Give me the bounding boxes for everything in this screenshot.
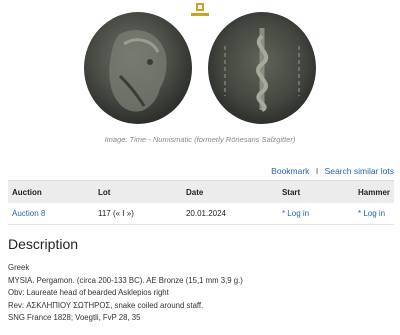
lot-cell: 117 (« I ») xyxy=(93,203,182,225)
description-line: SNG France 1828; Voegtli, FvP 28, 35 xyxy=(8,313,141,323)
lot-nav[interactable]: (« I ») xyxy=(113,209,134,218)
col-start: Start xyxy=(277,180,354,203)
description-line: Greek xyxy=(8,263,30,272)
col-lot: Lot xyxy=(93,180,182,203)
col-hammer: Hammer xyxy=(353,180,394,203)
lot-number: 117 xyxy=(97,209,111,218)
hammer-login-link[interactable]: * Log in xyxy=(358,209,385,218)
bookmark-link[interactable]: Bookmark xyxy=(271,166,309,176)
lot-actions: Bookmark I Search similar lots xyxy=(271,166,394,176)
col-date: Date xyxy=(181,180,278,203)
separator: I xyxy=(315,166,319,176)
description-line: Rev: ΑΣΚΛΗΠΙΟΥ ΣΩΤΗΡΟΣ, snake coiled aro… xyxy=(8,300,204,310)
auction-table: Auction Lot Date Start Hammer Auction 8 … xyxy=(8,180,394,225)
description-body: Greek MYSIA. Pergamon. (circa 200-133 BC… xyxy=(8,262,243,325)
image-caption: Image: Time - Numismatic (formerly Rönes… xyxy=(104,135,296,144)
table-header-row: Auction Lot Date Start Hammer xyxy=(8,180,394,203)
coin-images xyxy=(84,12,316,124)
date-cell: 20.01.2024 xyxy=(181,203,278,225)
brand-logo xyxy=(191,3,209,16)
col-auction: Auction xyxy=(8,180,94,203)
table-row: Auction 8 117 (« I ») 20.01.2024 * Log i… xyxy=(8,203,394,225)
description-line: MYSIA. Pergamon. (circa 200-133 BC). AE … xyxy=(8,275,243,285)
start-login-link[interactable]: * Log in xyxy=(282,209,309,218)
auction-link[interactable]: Auction 8 xyxy=(12,209,45,218)
description-heading: Description xyxy=(8,236,79,252)
coin-reverse xyxy=(208,12,316,124)
description-line: Obv: Laureate head of bearded Asklepios … xyxy=(8,288,169,298)
search-similar-link[interactable]: Search similar lots xyxy=(325,166,394,176)
coin-obverse xyxy=(84,12,192,124)
